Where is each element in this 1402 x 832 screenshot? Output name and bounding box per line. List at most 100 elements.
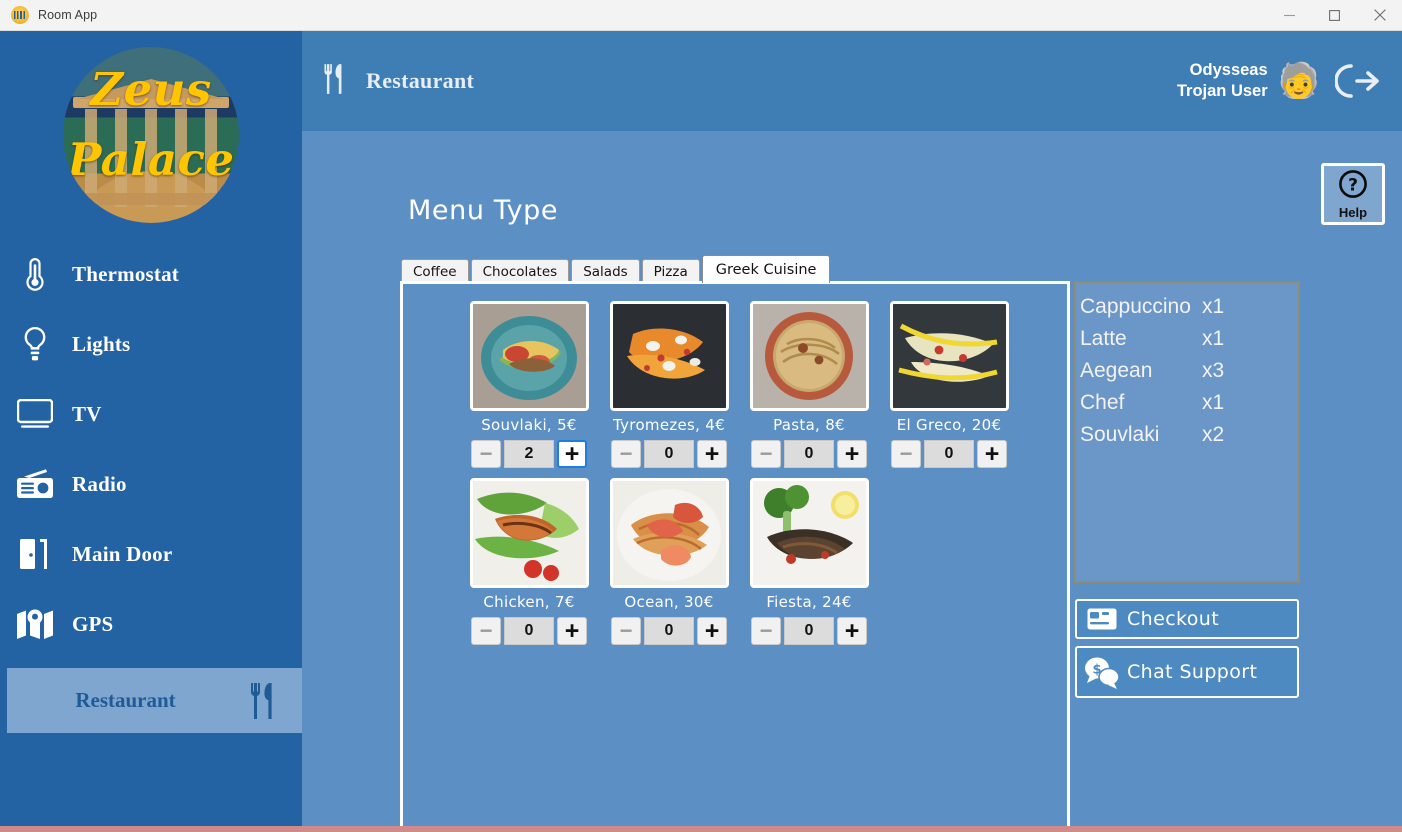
quantity-value[interactable]: 0 — [784, 440, 834, 468]
increment-button[interactable]: + — [697, 617, 727, 645]
food-image[interactable] — [469, 301, 589, 411]
help-button[interactable]: ? Help — [1321, 163, 1385, 225]
svg-text:?: ? — [1348, 175, 1358, 195]
checkout-button[interactable]: Checkout — [1075, 599, 1299, 639]
sidebar-item-label: Thermostat — [72, 261, 179, 286]
food-image[interactable] — [749, 478, 869, 588]
sidebar-item-restaurant[interactable]: Restaurant — [7, 668, 302, 733]
cart-item-name: Cappuccino — [1080, 295, 1191, 318]
cart-line-item: Aegean x3 — [1076, 355, 1298, 387]
sidebar-item-label: Main Door — [72, 541, 173, 566]
food-item-souvlaki: Souvlaki, 5€ − 2 + — [459, 301, 599, 468]
sidebar-item-radio[interactable]: Radio — [0, 449, 302, 519]
tab-pizza[interactable]: Pizza — [641, 259, 700, 283]
quantity-value[interactable]: 0 — [644, 617, 694, 645]
food-image[interactable] — [749, 301, 869, 411]
close-icon[interactable] — [1357, 0, 1402, 31]
cart-item-qty: x1 — [1202, 295, 1225, 318]
sidebar-item-thermostat[interactable]: Thermostat — [0, 239, 302, 309]
user-name-block: Odysseas Trojan User — [1177, 60, 1268, 102]
sidebar-item-main-door[interactable]: Main Door — [0, 519, 302, 589]
food-image[interactable] — [609, 301, 729, 411]
food-item-fiesta: Fiesta, 24€ − 0 + — [739, 478, 879, 645]
quantity-value[interactable]: 0 — [504, 617, 554, 645]
page-title-header: Restaurant — [366, 68, 475, 93]
decrement-button[interactable]: − — [891, 440, 921, 468]
quantity-stepper: − 2 + — [471, 440, 587, 468]
quantity-stepper: − 0 + — [611, 617, 727, 645]
increment-button[interactable]: + — [557, 440, 587, 468]
food-image[interactable] — [469, 478, 589, 588]
quantity-stepper: − 0 + — [891, 440, 1007, 468]
tab-salads[interactable]: Salads — [571, 259, 640, 283]
greek-temple-icon — [11, 6, 29, 24]
cart-item-qty: x3 — [1202, 359, 1225, 382]
sidebar-item-tv[interactable]: TV — [0, 379, 302, 449]
maximize-icon[interactable] — [1312, 0, 1357, 31]
cart-item-name: Aegean — [1080, 359, 1153, 382]
door-icon — [14, 533, 56, 575]
minimize-icon[interactable] — [1267, 0, 1312, 31]
question-circle-icon: ? — [1338, 169, 1368, 204]
decrement-button[interactable]: − — [611, 617, 641, 645]
cart-line-item: Chef x1 — [1076, 387, 1298, 419]
avatar: 🧓 — [1277, 62, 1320, 100]
credit-card-icon — [1077, 608, 1127, 630]
sidebar: Zeus Palace Thermostat Lights TV Radio M… — [0, 31, 302, 826]
tab-greek-cuisine[interactable]: Greek Cuisine — [701, 255, 831, 283]
cart-item-name: Latte — [1080, 327, 1127, 350]
decrement-button[interactable]: − — [471, 440, 501, 468]
quantity-stepper: − 0 + — [751, 617, 867, 645]
quantity-stepper: − 0 + — [471, 617, 587, 645]
increment-button[interactable]: + — [837, 617, 867, 645]
main-content: Menu Type ? Help Coffee Chocolates Salad… — [302, 131, 1402, 826]
chat-dollar-icon: $ — [1077, 655, 1127, 689]
sidebar-item-label: Radio — [72, 471, 127, 496]
decrement-button[interactable]: − — [611, 440, 641, 468]
sidebar-item-label: Lights — [72, 331, 131, 356]
decrement-button[interactable]: − — [751, 617, 781, 645]
sidebar-item-label: Restaurant — [75, 688, 176, 712]
increment-button[interactable]: + — [837, 440, 867, 468]
food-image[interactable] — [889, 301, 1009, 411]
tv-icon — [14, 393, 56, 435]
food-item-tyromezes: Tyromezes, 4€ − 0 + — [599, 301, 739, 468]
cart-item-qty: x1 — [1202, 391, 1225, 414]
decrement-button[interactable]: − — [751, 440, 781, 468]
quantity-stepper: − 0 + — [751, 440, 867, 468]
window-controls — [1267, 0, 1402, 31]
quantity-value[interactable]: 2 — [504, 440, 554, 468]
quantity-value[interactable]: 0 — [644, 440, 694, 468]
sidebar-item-gps[interactable]: GPS — [0, 589, 302, 659]
food-name: Pasta, 8€ — [773, 416, 845, 434]
sidebar-item-lights[interactable]: Lights — [0, 309, 302, 379]
food-name: Tyromezes, 4€ — [613, 416, 725, 434]
increment-button[interactable]: + — [557, 617, 587, 645]
increment-button[interactable]: + — [697, 440, 727, 468]
food-image[interactable] — [609, 478, 729, 588]
quantity-stepper: − 0 + — [611, 440, 727, 468]
cart-item-qty: x2 — [1202, 423, 1225, 446]
fork-knife-icon — [244, 680, 286, 722]
food-name: El Greco, 20€ — [896, 416, 1002, 434]
lightbulb-icon — [14, 323, 56, 365]
thermometer-icon — [14, 253, 56, 295]
app-logo: Zeus Palace — [0, 31, 302, 239]
cart-item-name: Chef — [1080, 391, 1125, 414]
cart-list[interactable]: Cappuccino x1 Latte x1 Aegean x3 Chef x1… — [1074, 281, 1300, 583]
chat-support-button[interactable]: $ Chat Support — [1075, 646, 1299, 698]
tab-coffee[interactable]: Coffee — [401, 259, 469, 283]
header-title-wrap: Restaurant — [302, 62, 474, 101]
tab-chocolates[interactable]: Chocolates — [470, 259, 570, 283]
decrement-button[interactable]: − — [471, 617, 501, 645]
app-window: Room App Zeus Palace Thermostat Lights T… — [0, 0, 1402, 826]
increment-button[interactable]: + — [977, 440, 1007, 468]
help-label: Help — [1338, 204, 1368, 220]
user-name-line1: Odysseas — [1189, 60, 1268, 79]
quantity-value[interactable]: 0 — [784, 617, 834, 645]
quantity-value[interactable]: 0 — [924, 440, 974, 468]
fork-knife-icon — [322, 62, 350, 101]
logo-text-line2: Palace — [67, 133, 235, 186]
logout-icon[interactable] — [1332, 56, 1382, 106]
food-items-panel: Souvlaki, 5€ − 2 + Tyromezes, 4€ − 0 + P… — [400, 281, 1070, 826]
